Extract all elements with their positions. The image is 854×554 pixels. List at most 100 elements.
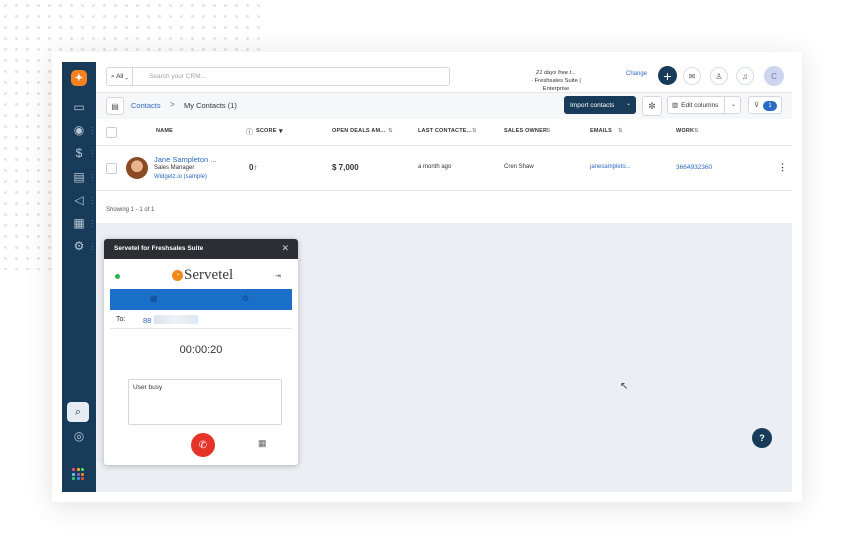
conversations-icon[interactable]: ▤ <box>72 170 86 184</box>
servetel-dialer-panel: Servetel for Freshsales Suite ✕ ◔ Servete… <box>104 239 298 465</box>
sidebar: ✦ ▭ ◉ · · · $ · · · ▤ · · · ◁ · · · ▦ · · · ⚙ · · · … <box>62 62 96 492</box>
contact-title: Sales Manager <box>154 165 195 171</box>
contact-company-link[interactable]: Widgetz.io (sample) <box>154 174 207 180</box>
change-plan-link[interactable]: Change <box>626 71 647 77</box>
email-link[interactable]: janesampleto... <box>590 164 631 170</box>
column-header-score[interactable]: SCORE <box>256 128 277 134</box>
table-row[interactable]: Jane Sampleton ... Sales Manager Widgetz… <box>96 146 792 191</box>
column-header-work[interactable]: WORK <box>676 128 694 134</box>
bell-outline-icon[interactable]: ♙ <box>710 67 728 85</box>
notification-icon[interactable]: ♫ <box>736 67 754 85</box>
keypad-icon[interactable]: ▦ <box>258 438 267 449</box>
search-scope-dropdown[interactable]: ⌕ All ⌄ <box>111 68 134 85</box>
chevron-down-icon[interactable]: ⌄ <box>731 101 736 108</box>
trial-line-1: 21 days free t... <box>536 70 576 76</box>
redacted-number <box>154 315 198 324</box>
column-header-emails[interactable]: EMAILS <box>590 128 612 134</box>
breadcrumb-contacts[interactable]: Contacts <box>131 101 161 110</box>
sort-icon[interactable]: ⇅ <box>472 128 477 134</box>
avatar <box>126 157 148 179</box>
dashboard-icon[interactable]: ▭ <box>72 100 86 114</box>
breadcrumb-current-view[interactable]: My Contacts (1) <box>184 101 237 110</box>
row-more-icon[interactable]: ⋮ <box>778 162 787 173</box>
crm-app: ✦ ▭ ◉ · · · $ · · · ▤ · · · ◁ · · · ▦ · · · ⚙ · · · … <box>62 62 792 492</box>
reports-more-icon[interactable]: · · · <box>91 217 94 231</box>
deals-icon[interactable]: $ <box>72 146 86 160</box>
call-timer: 00:00:20 <box>179 344 223 356</box>
open-deals-value: $ 7,000 <box>332 163 359 172</box>
work-phone-link[interactable]: 3664932360 <box>676 164 712 171</box>
hangup-button[interactable]: ✆ <box>191 433 215 457</box>
table-header: NAME ⓘ SCORE ▾ OPEN DEALS AM... ⇅ LAST C… <box>96 119 792 146</box>
score-value: 0↑ <box>249 163 257 172</box>
settings-icon[interactable]: ⚙ <box>72 239 86 253</box>
sort-icon[interactable]: ⇅ <box>546 128 551 134</box>
contacts-more-icon[interactable]: · · · <box>91 124 94 138</box>
info-icon: ⓘ <box>246 129 254 136</box>
top-bar: ⌕ All ⌄ Search your CRM... 21 days free … <box>96 62 792 92</box>
dialer-title: Servetel for Freshsales Suite <box>114 245 204 252</box>
sales-owner-value[interactable]: Cren Shaw <box>504 164 534 170</box>
edit-columns-button[interactable]: ▥ Edit columns ⌄ <box>667 96 741 115</box>
search-box[interactable]: ⌕ All ⌄ Search your CRM... <box>106 67 450 86</box>
close-icon[interactable]: ✕ <box>281 243 289 254</box>
main-area: ⌕ All ⌄ Search your CRM... 21 days free … <box>96 62 792 492</box>
sort-icon[interactable]: ⇅ <box>618 128 623 134</box>
trial-line-2: · Freshsales Suite | <box>531 78 581 84</box>
sort-desc-icon[interactable]: ▾ <box>279 127 283 135</box>
contacts-icon[interactable]: ◉ <box>72 123 86 137</box>
select-all-checkbox[interactable] <box>106 127 117 138</box>
dialpad-tab-icon[interactable]: ▦ <box>150 294 158 303</box>
filter-button[interactable]: ⊽ 1 <box>748 96 782 114</box>
sort-icon[interactable]: ⇅ <box>388 128 393 134</box>
campaigns-icon[interactable]: ◁ <box>72 193 86 207</box>
column-header-last-contacted[interactable]: LAST CONTACTE... <box>418 128 472 134</box>
chevron-down-icon[interactable]: ⌄ <box>626 100 631 107</box>
import-contacts-button[interactable]: Import contacts ⌄ <box>564 96 636 114</box>
sort-icon[interactable]: ⇅ <box>694 128 699 134</box>
to-label: To: <box>116 316 126 323</box>
deals-more-icon[interactable]: · · · <box>91 147 94 161</box>
servetel-logo: ◔ Servetel <box>172 267 233 284</box>
campaigns-more-icon[interactable]: · · · <box>91 194 94 208</box>
logout-icon[interactable]: ⇥ <box>275 272 281 280</box>
settings-tab-icon[interactable]: ⚙ <box>242 294 249 303</box>
column-header-name[interactable]: NAME <box>156 128 173 134</box>
search-icon: ⌕ <box>111 73 115 80</box>
column-header-open-deals[interactable]: OPEN DEALS AM... <box>332 128 385 134</box>
gear-icon[interactable]: ✼ <box>642 96 662 116</box>
columns-icon: ▥ <box>672 102 679 109</box>
phone-icon: ✆ <box>198 439 208 451</box>
pagination-summary: Showing 1 - 1 of 1 <box>106 207 155 213</box>
plus-icon[interactable]: + <box>658 66 677 85</box>
avatar[interactable]: C <box>764 66 784 86</box>
arrow-up-icon: ↑ <box>253 163 258 172</box>
reports-icon[interactable]: ▦ <box>72 216 86 230</box>
servetel-brand: Servetel <box>184 267 234 283</box>
trial-info: 21 days free t... · Freshsales Suite | E… <box>506 69 606 93</box>
contact-name-link[interactable]: Jane Sampleton ... <box>154 155 217 164</box>
mail-icon[interactable]: ✉ <box>683 67 701 85</box>
dialer-header: Servetel for Freshsales Suite ✕ <box>104 239 298 259</box>
to-number-field[interactable] <box>110 310 292 329</box>
settings-more-icon[interactable]: · · · <box>91 240 94 254</box>
call-note-textarea[interactable]: User busy <box>128 379 282 425</box>
help-button[interactable]: ? <box>752 428 772 448</box>
filter-icon: ⊽ <box>754 102 760 109</box>
row-checkbox[interactable] <box>106 163 117 174</box>
conversations-more-icon[interactable]: · · · <box>91 171 94 185</box>
divider <box>724 97 725 115</box>
edit-columns-label: Edit columns <box>681 101 719 109</box>
apps-grid-icon[interactable] <box>72 468 84 480</box>
filter-count-badge: 1 <box>763 101 777 111</box>
list-view-icon[interactable]: ▤ <box>106 97 124 115</box>
chat-icon[interactable]: ◎ <box>72 429 86 443</box>
mouse-cursor-icon: ↖ <box>620 381 629 392</box>
search-input[interactable]: Search your CRM... <box>149 68 206 85</box>
last-contacted-value: a month ago <box>418 164 452 170</box>
contacts-table: NAME ⓘ SCORE ▾ OPEN DEALS AM... ⇅ LAST C… <box>96 119 792 223</box>
import-contacts-label: Import contacts <box>570 101 615 109</box>
column-header-sales-owner[interactable]: SALES OWNER <box>504 128 547 134</box>
phone-app-icon[interactable]: ⌕ <box>67 402 89 422</box>
freshsales-logo-icon[interactable]: ✦ <box>71 70 87 86</box>
